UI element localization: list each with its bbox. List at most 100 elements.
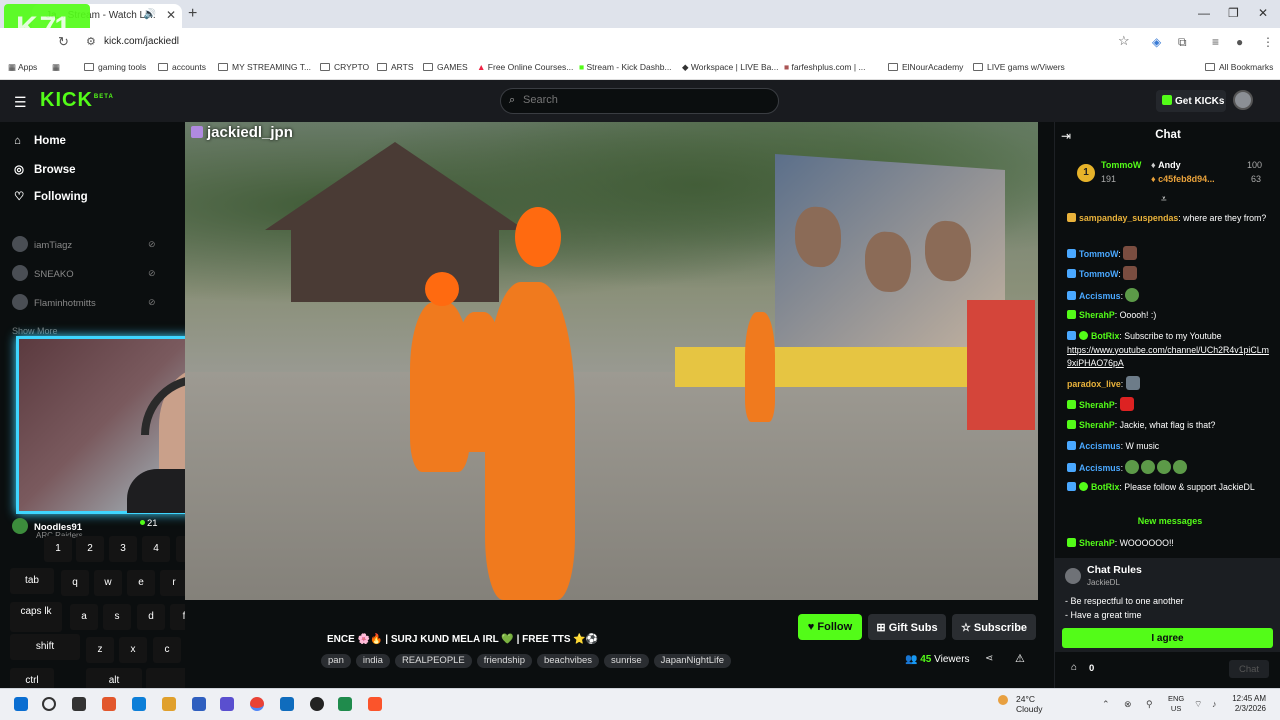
tag[interactable]: JapanNightLife [653, 654, 732, 668]
chat-message: SherahP: [1067, 397, 1273, 413]
bookmark-elnour[interactable]: ElNourAcademy [888, 62, 963, 72]
explorer-icon[interactable] [162, 697, 176, 711]
edge-icon[interactable] [132, 697, 146, 711]
leaderboard-entry[interactable]: ♦ Andy [1151, 160, 1181, 170]
restore-icon[interactable]: ❐ [1228, 6, 1239, 20]
tag[interactable]: friendship [476, 654, 532, 668]
key-e: e [127, 570, 155, 596]
nav-browse[interactable]: ◎ Browse [14, 162, 76, 176]
channel-avatar [12, 236, 28, 252]
clock[interactable]: 12:45 AM 2/3/2026 [1226, 694, 1266, 714]
bookmark-streaming[interactable]: MY STREAMING T... [218, 62, 311, 72]
agree-button[interactable]: I agree [1062, 628, 1273, 648]
new-tab-icon[interactable]: + [188, 5, 197, 23]
site-info-icon[interactable]: ⚙ [86, 35, 96, 48]
tag[interactable]: REALPEOPLE [394, 654, 472, 668]
mic-icon[interactable]: ⚲ [1146, 699, 1153, 710]
leaderboard-entry[interactable]: TommoW [1101, 160, 1141, 170]
kicks-count: 0 [1089, 663, 1095, 674]
kicks-icon [1162, 95, 1172, 105]
user-avatar[interactable] [1233, 90, 1253, 110]
bookmarks-bar: ▦ Apps ▦ gaming tools accounts MY STREAM… [0, 56, 1280, 80]
nav-following[interactable]: ♡ Following [14, 189, 88, 203]
leaderboard-entry[interactable]: ♦ c45feb8d94... [1151, 174, 1215, 184]
chat-link[interactable]: https://www.youtube.com/channel/UCh2R4v1… [1067, 345, 1269, 369]
sidebar-channel[interactable]: iamTiagz [12, 236, 72, 252]
reading-list-icon[interactable]: ≡ [1212, 35, 1219, 49]
billboard-face [795, 205, 841, 269]
sidebar-channel[interactable]: Flaminhotmitts [12, 294, 96, 310]
bookmark-star-icon[interactable]: ☆ [1118, 33, 1130, 49]
video-player[interactable]: jackiedl_jpn [185, 122, 1038, 600]
extensions-puzzle-icon[interactable]: ⧉ [1178, 35, 1187, 50]
follow-button[interactable]: ♥ Follow [798, 614, 862, 640]
search-box[interactable]: ⌕ [500, 88, 779, 114]
bookmark-arts[interactable]: ARTS [377, 62, 414, 72]
nav-home[interactable]: ⌂ Home [14, 135, 66, 147]
minimize-icon[interactable]: — [1198, 6, 1210, 20]
gift-icon[interactable]: ⌂ [1071, 662, 1077, 673]
search-taskbar-icon[interactable] [42, 697, 56, 711]
app-icon[interactable] [102, 697, 116, 711]
bookmark-all[interactable]: All Bookmarks [1205, 62, 1273, 72]
url-field[interactable]: kick.com/jackiedl [104, 36, 179, 47]
expand-icon[interactable]: ⩡ [1161, 194, 1167, 205]
bookmark-farfeshplus[interactable]: ■ farfeshplus.com | ... [784, 62, 866, 72]
bookmark-workspace[interactable]: ◆ Workspace | LIVE Ba... [682, 62, 778, 73]
bookmark-courses[interactable]: ▲ Free Online Courses... [477, 62, 573, 72]
volume-icon[interactable]: ♪ [1212, 699, 1217, 709]
bookmark-crypto[interactable]: CRYPTO [320, 62, 369, 72]
bookmark-apps[interactable]: ▦ Apps [8, 62, 37, 73]
report-icon[interactable]: ⚠ [1015, 652, 1025, 665]
profile-icon[interactable]: ● [1236, 35, 1243, 49]
gift-subs-button[interactable]: ⊞ Gift Subs [868, 614, 946, 640]
bookmark-accounts[interactable]: accounts [158, 62, 206, 72]
chat-send-button[interactable]: Chat [1229, 660, 1269, 678]
viewer-count: 👥 45 Viewers [905, 654, 970, 665]
brave-icon[interactable] [368, 697, 382, 711]
new-messages-divider[interactable]: New messages [1067, 516, 1273, 526]
search-input[interactable] [523, 94, 753, 106]
chat-message: BotRix: Subscribe to my Youtube https://w… [1067, 331, 1269, 369]
menu-icon[interactable]: ⋮ [1262, 35, 1274, 49]
bookmark-games[interactable]: GAMES [423, 62, 468, 72]
show-more-link[interactable]: Show More [12, 326, 58, 336]
extension-icon[interactable]: ◈ [1152, 35, 1161, 49]
bookmark-gaming-tools[interactable]: gaming tools [84, 62, 146, 72]
chrome-icon[interactable] [250, 697, 264, 711]
bookmark-kick-dashboard[interactable]: ■ Stream - Kick Dashb... [579, 62, 672, 72]
close-window-icon[interactable]: ✕ [1258, 6, 1268, 20]
tag[interactable]: beachvibes [536, 654, 600, 668]
tag[interactable]: india [355, 654, 390, 668]
bookmark-grid-icon[interactable]: ▦ [52, 62, 60, 73]
obs-icon[interactable] [310, 697, 324, 711]
wifi-icon[interactable]: ⌔ [1194, 699, 1202, 710]
kick-logo[interactable]: KICKBETA [40, 89, 114, 112]
share-icon[interactable]: ⋖ [985, 653, 993, 664]
start-icon[interactable] [14, 697, 28, 711]
bookmark-live-games[interactable]: LIVE gams w/Viwers [973, 62, 1065, 72]
tag[interactable]: pan [321, 654, 351, 668]
folder-icon [1205, 63, 1215, 71]
outlook-icon[interactable] [280, 697, 294, 711]
network-icon[interactable]: ⊗ [1124, 699, 1132, 710]
folder-icon [84, 63, 94, 71]
subscribe-button[interactable]: ☆ Subscribe [952, 614, 1036, 640]
gift-icon: ⊞ [876, 621, 889, 634]
leaderboard-value: 191 [1101, 174, 1117, 184]
excel-icon[interactable] [338, 697, 352, 711]
weather-widget[interactable]: 24°C Cloudy [1016, 694, 1042, 714]
task-view-icon[interactable] [72, 697, 86, 711]
language-indicator[interactable]: ENG US [1168, 694, 1184, 714]
audio-icon[interactable]: 🔊 [144, 9, 156, 20]
billboard-face [865, 230, 911, 294]
teams-icon[interactable] [220, 697, 234, 711]
reload-icon[interactable]: ↻ [58, 34, 69, 50]
tray-chevron-icon[interactable]: ⌃ [1102, 699, 1110, 710]
app-icon[interactable] [192, 697, 206, 711]
tag[interactable]: sunrise [604, 654, 649, 668]
get-kicks-button[interactable]: Get KICKs [1156, 90, 1226, 112]
menu-hamburger-icon[interactable]: ☰ [14, 94, 27, 111]
close-tab-icon[interactable]: ✕ [166, 8, 176, 22]
sidebar-channel[interactable]: SNEAKO [12, 265, 74, 281]
